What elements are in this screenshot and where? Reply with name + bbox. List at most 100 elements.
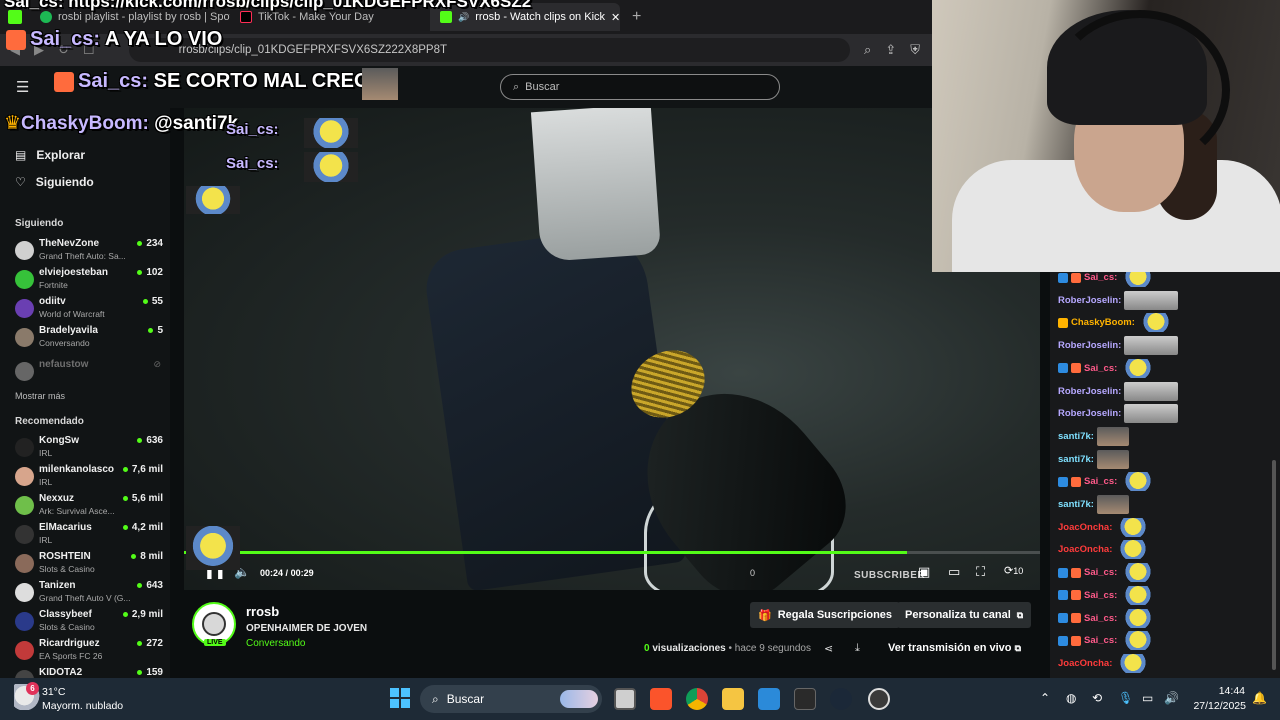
address-bar[interactable]: rrosb/clips/clip_01KDGEFPRXFSVX6SZ222X8P… xyxy=(128,38,851,62)
weather-condition: Mayorm. nublado xyxy=(42,700,124,712)
start-button[interactable] xyxy=(390,688,410,708)
chat-username[interactable]: Sai_cs: xyxy=(1084,476,1117,487)
following-channel[interactable]: odiitv World of Warcraft 55 xyxy=(15,296,163,323)
chat-username[interactable]: JoacOncha: xyxy=(1058,522,1112,533)
nav-siguiendo[interactable]: ♡ Siguiendo xyxy=(15,175,94,189)
chat-badge-icon xyxy=(1058,363,1068,374)
recommended-title: Recomendado xyxy=(15,416,84,427)
microsoft-store-icon[interactable] xyxy=(758,688,780,710)
chat-username[interactable]: JoacOncha: xyxy=(1058,658,1112,669)
taskbar-search[interactable]: ⌕ Buscar xyxy=(420,685,602,713)
chat-username[interactable]: Sai_cs: xyxy=(1084,613,1117,624)
recommended-channel[interactable]: ROSHTEIN Slots & Casino 8 mil xyxy=(15,551,163,578)
chat-username[interactable]: santi7k: xyxy=(1058,431,1094,442)
chat-username[interactable]: Sai_cs: xyxy=(1084,363,1117,374)
chat-username[interactable]: santi7k: xyxy=(1058,499,1094,510)
chat-badge-icon xyxy=(1058,613,1068,623)
chat-username[interactable]: ChaskyBoom: xyxy=(1071,317,1135,328)
zoom-icon[interactable]: ⌕ xyxy=(864,42,871,58)
following-channel[interactable]: TheNevZone Grand Theft Auto: Sa... 234 xyxy=(15,238,163,265)
channel-category: Conversando xyxy=(39,338,90,348)
volume-icon[interactable]: 🔊 xyxy=(1164,691,1179,705)
customize-channel-button[interactable]: Personaliza tu canal ⧉ xyxy=(897,602,1032,628)
recommended-channel[interactable]: milenkanolasco IRL 7,6 mil xyxy=(15,464,163,491)
miniplayer-icon[interactable]: ▣ xyxy=(918,564,930,580)
brave-icon[interactable] xyxy=(650,688,672,710)
recommended-channel[interactable]: Classybeef Slots & Casino 2,9 mil xyxy=(15,609,163,636)
chat-username[interactable]: Sai_cs: xyxy=(1084,635,1117,646)
microphone-icon[interactable]: 🎙 xyxy=(1118,691,1133,705)
clock-time[interactable]: 14:44 xyxy=(1205,685,1245,697)
nav-explorar[interactable]: ▤ Explorar xyxy=(15,148,85,162)
recommended-channel[interactable]: KIDOTA2 159 xyxy=(15,667,163,678)
sync-icon[interactable]: ⟲ xyxy=(1092,691,1102,705)
clock-date[interactable]: 27/12/2025 xyxy=(1186,700,1246,712)
channel-category: EA Sports FC 26 xyxy=(39,651,103,661)
share-icon[interactable]: ⋖ xyxy=(824,642,833,655)
crown-icon: ♛ xyxy=(4,113,22,134)
watch-live-link[interactable]: Ver transmisión en vivo ⧉ xyxy=(888,642,1021,654)
overlay-user: Sai_cs: xyxy=(30,28,101,50)
recommended-channel[interactable]: Tanizen Grand Theft Auto V (G... 643 xyxy=(15,580,163,607)
overlay-user: Sai_cs: xyxy=(78,70,149,92)
avatar xyxy=(15,612,34,631)
epic-games-icon[interactable] xyxy=(794,688,816,710)
following-channel[interactable]: Bradelyavila Conversando 5 xyxy=(15,325,163,352)
new-tab-button[interactable]: + xyxy=(632,8,641,26)
show-more-link[interactable]: Mostrar más xyxy=(15,391,65,401)
tray-chevron-icon[interactable]: ⌃ xyxy=(1040,691,1050,705)
chat-username[interactable]: RoberJoselin: xyxy=(1058,386,1121,397)
search-input[interactable]: ⌕ Buscar xyxy=(500,74,780,100)
steam-icon[interactable] xyxy=(830,688,852,710)
network-icon[interactable]: ▭ xyxy=(1142,691,1153,705)
chat-scrollbar[interactable] xyxy=(1272,460,1276,670)
chat-username[interactable]: Sai_cs: xyxy=(1084,272,1117,283)
file-explorer-icon[interactable] xyxy=(722,688,744,710)
recommended-channel[interactable]: KongSw IRL 636 xyxy=(15,435,163,462)
chat-emote xyxy=(1124,290,1179,310)
kick-app-icon[interactable] xyxy=(8,10,22,24)
avatar xyxy=(15,641,34,660)
seek-bar[interactable] xyxy=(184,551,1040,554)
recommended-channel[interactable]: ElMacarius IRL 4,2 mil xyxy=(15,522,163,549)
menu-icon[interactable]: ☰ xyxy=(16,78,29,96)
recommended-channel[interactable]: Nexxuz Ark: Survival Asce... 5,6 mil xyxy=(15,493,163,520)
webcam-headphones xyxy=(1050,10,1230,170)
recommended-channel[interactable]: Ricardriguez EA Sports FC 26 272 xyxy=(15,638,163,665)
viewer-count: 4,2 mil xyxy=(123,522,163,533)
chat-badge-icon xyxy=(1058,272,1068,283)
skip-forward-icon[interactable]: ⟳10 xyxy=(1004,564,1023,577)
task-view-icon[interactable] xyxy=(614,688,636,710)
chat-username[interactable]: santi7k: xyxy=(1058,454,1094,465)
nav-label: Explorar xyxy=(36,148,86,162)
avatar xyxy=(15,496,34,515)
chat-username[interactable]: RoberJoselin: xyxy=(1058,295,1121,306)
fullscreen-icon[interactable]: ⛶ xyxy=(976,564,985,580)
offline-channel[interactable]: nefaustow ⊘ xyxy=(15,359,163,386)
share-icon[interactable]: ⇪ xyxy=(885,42,896,58)
link-label: Ver transmisión en vivo xyxy=(888,642,1012,654)
discord-icon[interactable]: ◍ xyxy=(1066,691,1076,705)
overlay-chat-line: Sai_cs: A YA LO VIO xyxy=(6,28,222,51)
theater-mode-icon[interactable]: ▭ xyxy=(948,564,960,580)
channel-name[interactable]: rrosb xyxy=(246,604,279,619)
following-channel[interactable]: elviejoesteban Fortnite 102 xyxy=(15,267,163,294)
obs-icon[interactable] xyxy=(868,688,890,710)
chat-badge-icon xyxy=(1071,567,1081,578)
chat-username[interactable]: RoberJoselin: xyxy=(1058,408,1121,419)
chat-username[interactable]: Sai_cs: xyxy=(1084,567,1117,578)
brave-shield-icon[interactable]: ⛨ xyxy=(910,42,920,58)
chat-username[interactable]: JoacOncha: xyxy=(1058,544,1112,555)
close-tab-icon[interactable]: ✕ xyxy=(611,11,620,24)
chrome-icon[interactable] xyxy=(686,688,708,710)
chat-message: santi7k: xyxy=(1058,449,1129,469)
chat-username[interactable]: Sai_cs: xyxy=(1084,590,1117,601)
channel-category[interactable]: Conversando xyxy=(246,638,305,649)
avatar xyxy=(15,583,34,602)
notifications-icon[interactable]: 🔔 xyxy=(1252,691,1267,705)
download-icon[interactable]: ⤓ xyxy=(855,642,860,655)
gift-subs-button[interactable]: 🎁 Regala Suscripciones xyxy=(750,602,901,628)
tab-label: rrosb - Watch clips on Kick xyxy=(475,11,606,23)
crown-icon xyxy=(1058,317,1068,328)
chat-username[interactable]: RoberJoselin: xyxy=(1058,340,1121,351)
